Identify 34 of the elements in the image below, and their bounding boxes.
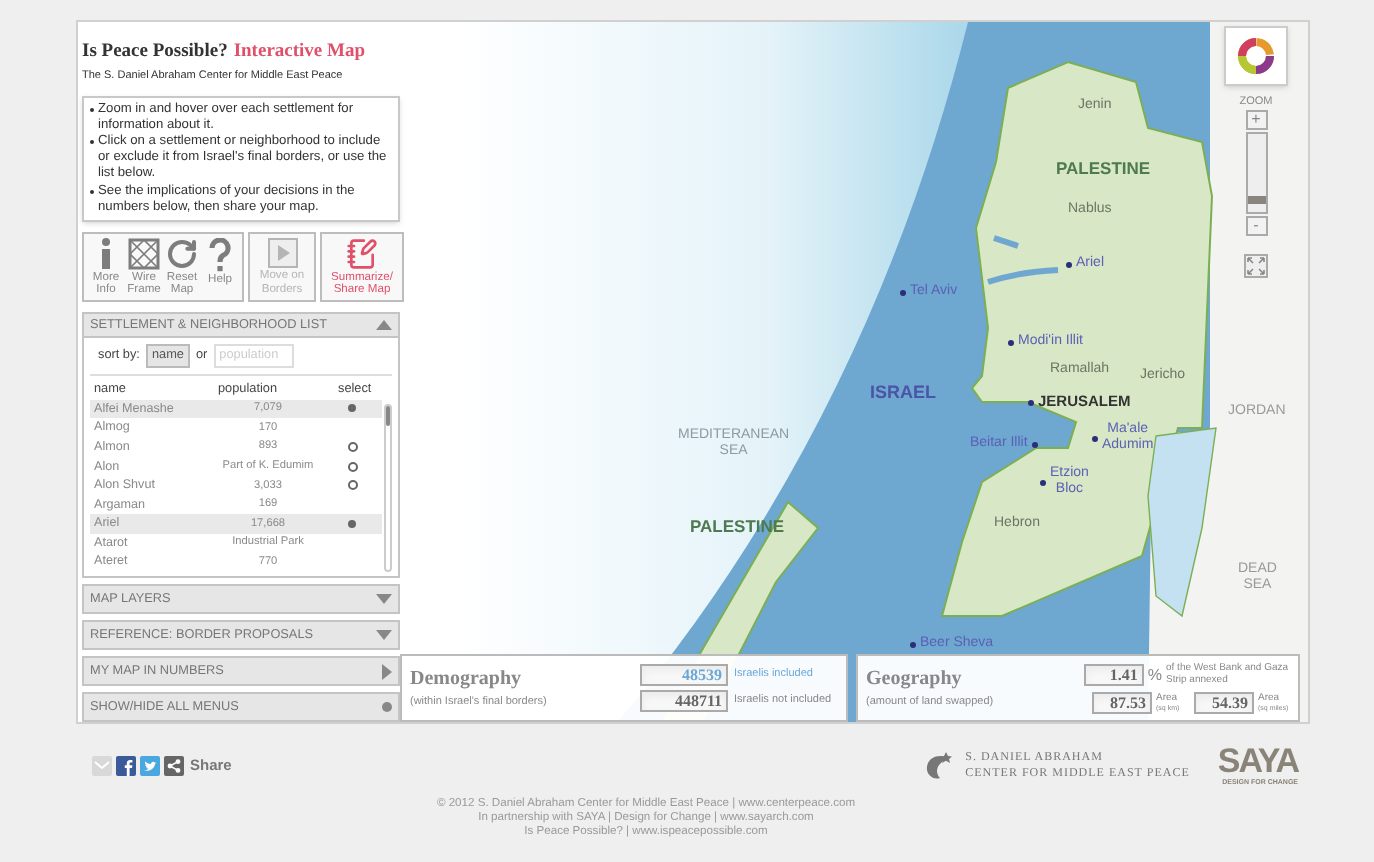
map-label: ISRAEL — [870, 384, 937, 400]
value-field: 1.41 — [1083, 664, 1144, 686]
app-title: Is Peace Possible? — [82, 40, 228, 66]
scrollbar-thumb[interactable] — [386, 405, 390, 426]
zoom-in-button[interactable]: + — [1245, 110, 1267, 131]
zoom-slider-thumb[interactable] — [1247, 196, 1265, 205]
map-label: PALESTINE — [1056, 160, 1151, 176]
question-mark-icon — [208, 237, 232, 272]
facebook-icon[interactable] — [116, 756, 136, 776]
unit-label: % — [1147, 663, 1162, 687]
panel-title: Geography — [866, 666, 964, 695]
logo-ring-icon — [1224, 26, 1288, 86]
saya-logo-text: SAYA — [1217, 746, 1298, 778]
share-icon[interactable] — [164, 756, 184, 776]
value-field: 48539 — [640, 664, 728, 686]
value-field: 87.53 — [1092, 691, 1152, 713]
info-icon — [98, 237, 114, 270]
caret-right-icon — [382, 663, 392, 679]
notepad-pen-icon — [346, 237, 378, 270]
app-title-highlight: Interactive Map — [233, 40, 366, 66]
fullscreen-icon[interactable] — [1244, 254, 1268, 279]
scrollbar-track[interactable] — [384, 403, 392, 572]
caret-up-icon — [376, 320, 392, 331]
emblem-icon — [923, 750, 956, 782]
dot-icon — [382, 702, 392, 712]
value-field: 448711 — [640, 690, 728, 712]
zoom-out-button[interactable]: - — [1245, 216, 1267, 237]
caret-down-icon — [376, 594, 392, 604]
reset-icon — [166, 237, 198, 270]
wireframe-icon — [128, 237, 160, 270]
panel-title: Demography — [410, 666, 524, 695]
caret-down-icon — [376, 630, 392, 640]
value-field: 54.39 — [1194, 691, 1254, 713]
play-icon — [267, 238, 297, 269]
